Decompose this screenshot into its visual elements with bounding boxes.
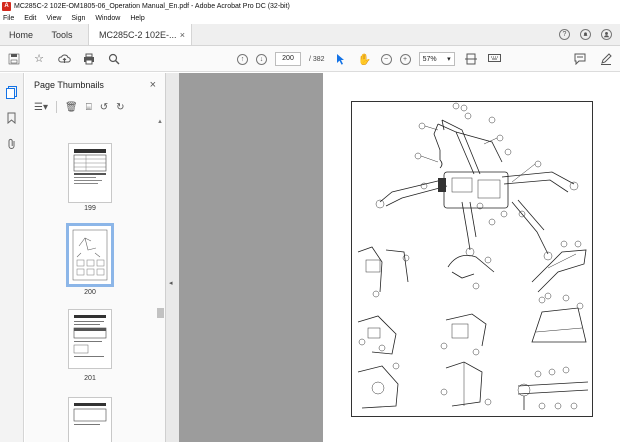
page-thumbnails-icon[interactable]	[5, 85, 19, 99]
rotate-right-icon[interactable]: ↻	[116, 102, 124, 113]
detail-view-6	[531, 294, 587, 343]
thumbnail-page-199[interactable]	[68, 143, 112, 203]
close-icon[interactable]: ×	[150, 79, 156, 91]
menu-sign[interactable]: Sign	[71, 15, 85, 22]
page-display-icon[interactable]	[463, 51, 479, 67]
scroll-up-icon[interactable]: ▲	[157, 119, 163, 125]
tab-home[interactable]: Home	[0, 24, 42, 45]
page-number-input[interactable]: 200	[275, 52, 301, 66]
detail-view-9	[517, 366, 589, 410]
zoom-select[interactable]: 57% ▾	[418, 52, 455, 66]
document-canvas[interactable]	[179, 73, 620, 442]
zoom-out-icon[interactable]: −	[380, 53, 392, 65]
detail-view-1	[357, 246, 410, 298]
options-menu-icon[interactable]: ☰▾	[34, 102, 48, 113]
thumbnail-partial-preview	[73, 403, 107, 425]
rotate-left-icon[interactable]: ↺	[100, 102, 108, 113]
panel-title: Page Thumbnails	[34, 80, 104, 90]
select-cursor-icon[interactable]	[333, 51, 349, 67]
user-avatar-icon[interactable]	[601, 29, 612, 40]
menu-window[interactable]: Window	[95, 15, 120, 22]
user-glyph	[604, 32, 609, 38]
thumbnail-table-preview	[73, 149, 107, 184]
crane-main-drawing	[375, 119, 579, 261]
close-icon[interactable]: ×	[180, 30, 185, 40]
thumbnail-scrollbar[interactable]: ▲	[156, 119, 164, 442]
left-rail	[0, 73, 24, 442]
next-page-icon[interactable]: ↓	[256, 53, 267, 65]
insert-page-icon[interactable]: ⌸	[86, 102, 92, 113]
collapse-arrow-icon[interactable]: ◂	[169, 279, 173, 287]
menu-edit[interactable]: Edit	[24, 15, 36, 22]
chevron-down-icon: ▾	[447, 56, 451, 63]
toolbar-separator	[55, 101, 57, 113]
detail-view-7	[357, 362, 400, 409]
thumbnail-page-201[interactable]	[68, 309, 112, 369]
upload-cloud-icon[interactable]	[56, 51, 72, 67]
help-icon[interactable]: ?	[559, 29, 570, 40]
save-icon[interactable]	[6, 51, 22, 67]
search-icon[interactable]	[106, 51, 122, 67]
machine-diagram	[357, 102, 589, 410]
hand-tool-icon[interactable]: ✋	[357, 51, 373, 67]
thumbnail-text-preview	[73, 315, 107, 357]
callout-markers	[414, 102, 542, 226]
thumbnail-list: 199 200 201	[25, 119, 155, 442]
bookmark-star-icon[interactable]: ☆	[31, 51, 47, 67]
main-toolbar: ☆ ↑ ↓ 200 / 382 ✋ − + 57% ▾	[0, 46, 620, 72]
bookmark-icon[interactable]	[5, 111, 19, 125]
comment-icon[interactable]	[572, 51, 588, 67]
menu-file[interactable]: File	[3, 15, 14, 22]
window-title: MC285C-2 102E-OM1805-06_Operation Manual…	[14, 2, 290, 10]
detail-view-8	[440, 361, 492, 407]
tab-document[interactable]: MC285C-2 102E-... ×	[88, 24, 192, 45]
document-page	[351, 101, 593, 417]
menu-bar: File Edit View Sign Window Help	[0, 12, 620, 24]
detail-view-2	[447, 254, 495, 290]
bell-icon[interactable]	[580, 29, 591, 40]
thumbnail-diagram-preview	[72, 229, 108, 281]
pen-sign-icon[interactable]	[598, 51, 614, 67]
tab-tools[interactable]: Tools	[42, 24, 82, 45]
menu-help[interactable]: Help	[130, 15, 144, 22]
detail-view-3	[531, 240, 587, 300]
title-bar: A MC285C-2 102E-OM1805-06_Operation Manu…	[0, 0, 620, 12]
thumbnail-page-200[interactable]	[66, 223, 114, 287]
acrobat-icon: A	[2, 1, 11, 11]
panel-splitter[interactable]: ◂	[166, 73, 179, 442]
page-total: / 382	[309, 55, 325, 63]
zoom-value: 57%	[422, 55, 437, 63]
thumbnail-label: 199	[84, 205, 96, 212]
keyboard-icon[interactable]	[487, 51, 503, 67]
thumbnail-label-selected: 200	[84, 289, 96, 296]
detail-view-5	[440, 313, 487, 356]
scroll-thumb[interactable]	[157, 308, 164, 318]
thumbnails-panel: Page Thumbnails × ☰▾ 🗑 ⌸ ↺ ↻ 199 200 201…	[25, 73, 166, 442]
zoom-in-icon[interactable]: +	[399, 53, 411, 65]
detail-view-4	[357, 315, 397, 355]
bell-glyph	[583, 32, 588, 36]
delete-icon[interactable]: 🗑	[65, 102, 78, 113]
print-icon[interactable]	[81, 51, 97, 67]
tab-bar: Home Tools MC285C-2 102E-... × ?	[0, 24, 620, 46]
thumbnail-page-202[interactable]	[68, 397, 112, 442]
previous-page-icon[interactable]: ↑	[237, 53, 248, 65]
thumbnail-label: 201	[84, 375, 96, 382]
menu-view[interactable]: View	[46, 15, 61, 22]
tab-document-label: MC285C-2 102E-...	[99, 29, 177, 40]
attachment-icon[interactable]	[5, 137, 19, 151]
